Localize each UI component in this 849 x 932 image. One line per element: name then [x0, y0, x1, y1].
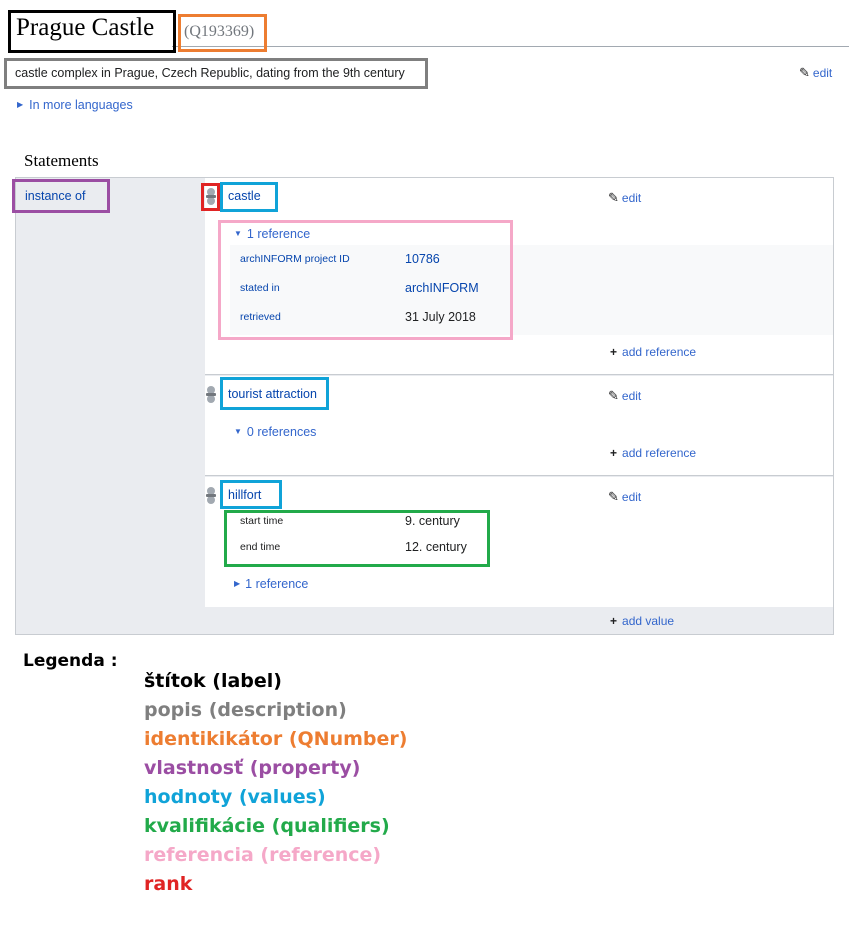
pencil-icon: ✎ [608, 190, 619, 205]
qid-highlight-box [178, 14, 267, 52]
add-value-bar [205, 608, 833, 634]
in-more-languages-toggle[interactable]: ▶ In more languages [17, 98, 133, 112]
legend-item-qualifiers: kvalifikácie (qualifiers) [144, 815, 390, 837]
add-reference-label: add reference [622, 446, 697, 460]
value-highlight-box [220, 377, 329, 410]
add-reference-label: add reference [622, 345, 697, 359]
value-highlight-box [220, 182, 278, 212]
references-toggle[interactable]: ▼ 0 references [234, 425, 316, 439]
add-reference-link[interactable]: + add reference [610, 446, 696, 460]
statement-edit-link[interactable]: ✎ edit [608, 489, 641, 505]
triangle-down-icon: ▼ [234, 427, 242, 436]
pencil-icon: ✎ [799, 65, 810, 80]
plus-icon: + [610, 446, 618, 460]
rank-highlight-box [201, 183, 220, 211]
add-reference-link[interactable]: + add reference [610, 345, 696, 359]
plus-icon: + [610, 614, 618, 628]
legend-item-description: popis (description) [144, 699, 347, 721]
references-count: 0 references [246, 425, 317, 439]
edit-label: edit [621, 490, 642, 504]
statement-edit-link[interactable]: ✎ edit [608, 190, 641, 206]
plus-icon: + [610, 345, 618, 359]
property-highlight-box [12, 179, 110, 213]
rank-normal-icon[interactable] [206, 486, 216, 506]
add-value-link[interactable]: + add value [610, 614, 674, 628]
description-edit-label: edit [812, 66, 833, 80]
legend-item-reference: referencia (reference) [144, 844, 382, 866]
label-highlight-box [8, 10, 176, 53]
triangle-right-icon: ▶ [234, 579, 241, 588]
description-highlight-box [4, 58, 428, 89]
add-value-label: add value [622, 614, 675, 628]
references-toggle[interactable]: ▶ 1 reference [234, 577, 308, 591]
statement-edit-link[interactable]: ✎ edit [608, 388, 641, 404]
header-divider [172, 46, 849, 47]
legend-item-property: vlastnosť (property) [144, 757, 361, 779]
description-edit-link[interactable]: ✎ edit [799, 65, 832, 81]
edit-label: edit [621, 191, 642, 205]
legend-item-rank: rank [144, 873, 193, 895]
pencil-icon: ✎ [608, 388, 619, 403]
qualifier-highlight-box [224, 510, 490, 567]
legend-title: Legenda : [23, 651, 118, 671]
statements-heading: Statements [24, 151, 99, 170]
legend-item-values: hodnoty (values) [144, 786, 326, 808]
rank-normal-icon[interactable] [206, 385, 216, 405]
triangle-right-icon: ▶ [17, 100, 24, 109]
legend-item-label: štítok (label) [144, 670, 282, 692]
legend-item-qnumber: identikikátor (QNumber) [144, 728, 408, 750]
value-highlight-box [220, 480, 282, 509]
reference-highlight-box [218, 220, 513, 340]
references-count: 1 reference [245, 577, 309, 591]
pencil-icon: ✎ [608, 489, 619, 504]
edit-label: edit [621, 389, 642, 403]
in-more-languages-label: In more languages [29, 98, 133, 112]
